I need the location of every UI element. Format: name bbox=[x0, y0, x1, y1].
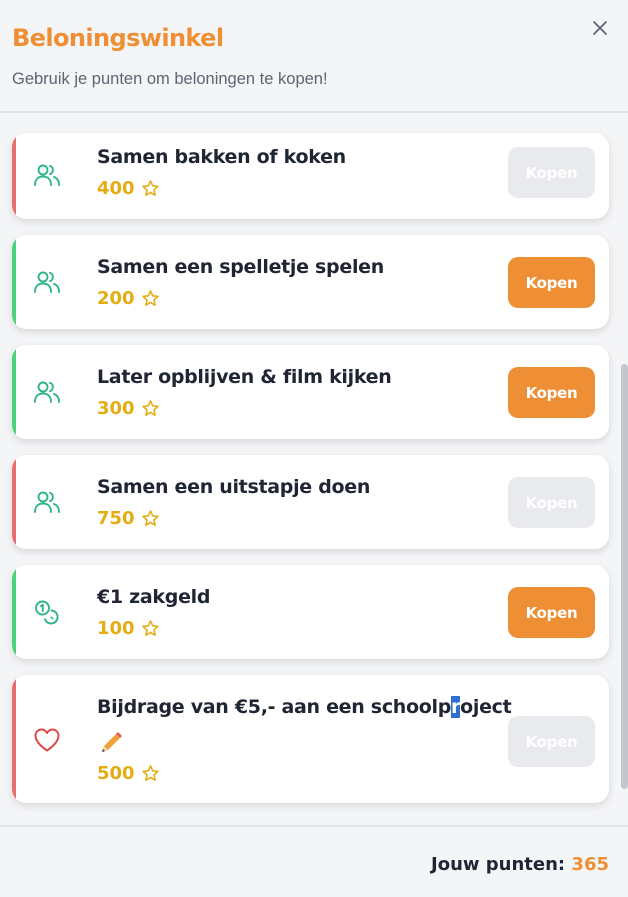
buy-button[interactable]: Kopen bbox=[508, 147, 595, 198]
star-icon bbox=[141, 290, 159, 306]
reward-card: Later opblijven & film kijken 300 Kopen bbox=[12, 345, 609, 439]
reward-cost: 100 bbox=[97, 618, 160, 639]
users-icon bbox=[32, 377, 62, 407]
status-bar bbox=[12, 455, 16, 549]
reward-cost: 400 bbox=[97, 178, 160, 199]
reward-name: €1 zakgeld bbox=[97, 586, 211, 608]
coins-icon bbox=[32, 597, 62, 627]
points-value: 365 bbox=[571, 854, 609, 875]
dialog-footer: Jouw punten: 365 bbox=[0, 825, 628, 897]
cost-value: 300 bbox=[97, 398, 135, 419]
reward-cost: 200 bbox=[97, 288, 160, 309]
reward-name: Bijdrage van €5,- aan een schoolproject bbox=[97, 696, 512, 718]
reward-name-part: oject bbox=[460, 696, 512, 718]
cost-value: 750 bbox=[97, 508, 135, 529]
buy-button[interactable]: Kopen bbox=[508, 367, 595, 418]
reward-card: Samen bakken of koken 400 Kopen bbox=[12, 133, 609, 219]
reward-cost: 750 bbox=[97, 508, 160, 529]
points-label: Jouw punten: bbox=[431, 854, 566, 875]
dialog-subtitle: Gebruik je punten om beloningen te kopen… bbox=[12, 70, 328, 88]
reward-name-part: Bijdrage van €5,- aan een schoolp bbox=[97, 696, 452, 718]
users-icon bbox=[32, 160, 62, 190]
status-bar bbox=[12, 133, 16, 219]
cost-value: 100 bbox=[97, 618, 135, 639]
users-icon bbox=[32, 267, 62, 297]
dialog-title: Beloningswinkel bbox=[12, 24, 224, 52]
star-icon bbox=[141, 180, 159, 196]
scrollbar-thumb[interactable] bbox=[621, 364, 628, 789]
status-bar bbox=[12, 675, 16, 803]
text-selection: r bbox=[451, 696, 461, 718]
star-icon bbox=[141, 510, 159, 526]
heart-icon bbox=[32, 725, 62, 755]
reward-list[interactable]: Samen bakken of koken 400 Kopen Samen ee… bbox=[0, 115, 620, 825]
buy-button[interactable]: Kopen bbox=[508, 587, 595, 638]
cost-value: 200 bbox=[97, 288, 135, 309]
reward-card: Samen een uitstapje doen 750 Kopen bbox=[12, 455, 609, 549]
cost-value: 500 bbox=[97, 763, 135, 784]
buy-button[interactable]: Kopen bbox=[508, 477, 595, 528]
status-bar bbox=[12, 345, 16, 439]
star-icon bbox=[141, 765, 159, 781]
cost-value: 400 bbox=[97, 178, 135, 199]
star-icon bbox=[141, 620, 159, 636]
dialog-header: Beloningswinkel Gebruik je punten om bel… bbox=[0, 0, 628, 113]
buy-button[interactable]: Kopen bbox=[508, 257, 595, 308]
reward-name: Later opblijven & film kijken bbox=[97, 366, 392, 388]
reward-card: €1 zakgeld 100 Kopen bbox=[12, 565, 609, 659]
close-button[interactable] bbox=[588, 16, 612, 40]
star-icon bbox=[141, 400, 159, 416]
points-total: Jouw punten: 365 bbox=[431, 854, 609, 875]
reward-card: Samen een spelletje spelen 200 Kopen bbox=[12, 235, 609, 329]
status-bar bbox=[12, 565, 16, 659]
reward-cost: 300 bbox=[97, 398, 160, 419]
buy-button[interactable]: Kopen bbox=[508, 716, 595, 767]
status-bar bbox=[12, 235, 16, 329]
reward-cost: 500 bbox=[97, 763, 160, 784]
close-icon bbox=[593, 21, 607, 35]
reward-name: Samen bakken of koken bbox=[97, 146, 346, 168]
reward-name: Samen een uitstapje doen bbox=[97, 476, 371, 498]
pencil-emoji: ✏️ bbox=[97, 729, 127, 759]
users-icon bbox=[32, 487, 62, 517]
reward-card: Bijdrage van €5,- aan een schoolproject … bbox=[12, 675, 609, 803]
reward-name: Samen een spelletje spelen bbox=[97, 256, 384, 278]
